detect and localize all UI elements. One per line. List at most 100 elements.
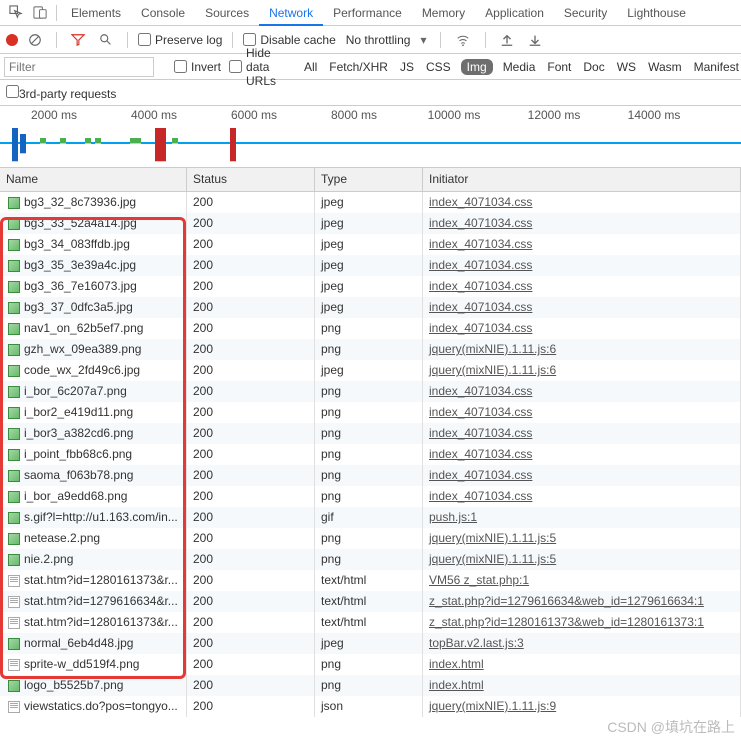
initiator-link[interactable]: index_4071034.css [429,321,532,335]
tab-console[interactable]: Console [131,0,195,26]
filter-type-img[interactable]: Img [461,59,493,75]
filter-type-all[interactable]: All [302,60,319,74]
table-row[interactable]: sprite-w_dd519f4.png200pngindex.html [0,654,741,675]
table-row[interactable]: bg3_35_3e39a4c.jpg200jpegindex_4071034.c… [0,255,741,276]
column-initiator[interactable]: Initiator [423,168,741,191]
filter-type-ws[interactable]: WS [615,60,638,74]
column-type[interactable]: Type [315,168,423,191]
initiator-cell: jquery(mixNIE).1.11.js:6 [423,360,741,381]
tab-network[interactable]: Network [259,0,323,26]
initiator-link[interactable]: z_stat.php?id=1280161373&web_id=12801613… [429,615,704,629]
initiator-link[interactable]: jquery(mixNIE).1.11.js:9 [429,699,556,713]
tab-lighthouse[interactable]: Lighthouse [617,0,696,26]
table-row[interactable]: nav1_on_62b5ef7.png200pngindex_4071034.c… [0,318,741,339]
column-name[interactable]: Name [0,168,187,191]
device-icon[interactable] [28,5,52,20]
initiator-cell: index_4071034.css [423,444,741,465]
initiator-link[interactable]: index_4071034.css [429,468,532,482]
initiator-link[interactable]: index_4071034.css [429,426,532,440]
tab-sources[interactable]: Sources [195,0,259,26]
initiator-link[interactable]: push.js:1 [429,510,477,524]
file-icon [8,260,20,272]
initiator-link[interactable]: index_4071034.css [429,216,532,230]
initiator-link[interactable]: index_4071034.css [429,384,532,398]
initiator-link[interactable]: index_4071034.css [429,195,532,209]
initiator-link[interactable]: index_4071034.css [429,258,532,272]
table-row[interactable]: nie.2.png200pngjquery(mixNIE).1.11.js:5 [0,549,741,570]
hide-urls-checkbox[interactable]: Hide data URLs [229,46,294,88]
initiator-link[interactable]: jquery(mixNIE).1.11.js:5 [429,552,556,566]
initiator-link[interactable]: jquery(mixNIE).1.11.js:6 [429,363,556,377]
filter-type-fetch-xhr[interactable]: Fetch/XHR [327,60,390,74]
table-row[interactable]: bg3_32_8c73936.jpg200jpegindex_4071034.c… [0,192,741,213]
initiator-link[interactable]: topBar.v2.last.js:3 [429,636,524,650]
file-name: saoma_f063b78.png [24,465,133,486]
table-row[interactable]: bg3_34_083ffdb.jpg200jpegindex_4071034.c… [0,234,741,255]
initiator-link[interactable]: index_4071034.css [429,447,532,461]
third-party-checkbox[interactable]: 3rd-party requests [6,85,116,101]
tab-security[interactable]: Security [554,0,617,26]
table-row[interactable]: i_bor_6c207a7.png200pngindex_4071034.css [0,381,741,402]
file-name: i_bor3_a382cd6.png [24,423,133,444]
disable-cache-checkbox[interactable]: Disable cache [243,33,335,47]
timeline-overview[interactable]: 2000 ms4000 ms6000 ms8000 ms10000 ms1200… [0,106,741,168]
table-row[interactable]: stat.htm?id=1280161373&r...200text/htmlz… [0,612,741,633]
chevron-down-icon[interactable]: ▾ [416,33,430,47]
tab-memory[interactable]: Memory [412,0,475,26]
table-row[interactable]: stat.htm?id=1279616634&r...200text/htmlz… [0,591,741,612]
status-cell: 200 [187,486,315,507]
throttling-select[interactable]: No throttling [342,33,411,47]
initiator-link[interactable]: index_4071034.css [429,300,532,314]
filter-icon[interactable] [67,33,89,47]
inspect-icon[interactable] [4,5,28,20]
table-row[interactable]: viewstatics.do?pos=tongyo...200jsonjquer… [0,696,741,717]
filter-type-doc[interactable]: Doc [581,60,606,74]
initiator-cell: index.html [423,675,741,696]
table-row[interactable]: gzh_wx_09ea389.png200pngjquery(mixNIE).1… [0,339,741,360]
upload-icon[interactable] [496,33,518,47]
column-status[interactable]: Status [187,168,315,191]
table-row[interactable]: bg3_33_52a4a14.jpg200jpegindex_4071034.c… [0,213,741,234]
table-row[interactable]: stat.htm?id=1280161373&r...200text/htmlV… [0,570,741,591]
filter-input[interactable] [4,57,154,77]
initiator-link[interactable]: index_4071034.css [429,405,532,419]
filter-type-css[interactable]: CSS [424,60,453,74]
filter-type-js[interactable]: JS [398,60,416,74]
table-row[interactable]: code_wx_2fd49c6.jpg200jpegjquery(mixNIE)… [0,360,741,381]
table-row[interactable]: i_bor3_a382cd6.png200pngindex_4071034.cs… [0,423,741,444]
search-icon[interactable] [95,33,117,47]
initiator-link[interactable]: index.html [429,678,484,692]
table-row[interactable]: s.gif?l=http://u1.163.com/in...200gifpus… [0,507,741,528]
wifi-icon[interactable] [451,33,475,47]
preserve-log-checkbox[interactable]: Preserve log [138,33,222,47]
initiator-link[interactable]: index.html [429,657,484,671]
initiator-link[interactable]: jquery(mixNIE).1.11.js:5 [429,531,556,545]
table-row[interactable]: saoma_f063b78.png200pngindex_4071034.css [0,465,741,486]
initiator-link[interactable]: z_stat.php?id=1279616634&web_id=12796166… [429,594,704,608]
tab-performance[interactable]: Performance [323,0,412,26]
filter-type-font[interactable]: Font [545,60,573,74]
table-row[interactable]: bg3_37_0dfc3a5.jpg200jpegindex_4071034.c… [0,297,741,318]
filter-type-wasm[interactable]: Wasm [646,60,684,74]
tab-application[interactable]: Application [475,0,554,26]
initiator-link[interactable]: index_4071034.css [429,237,532,251]
filter-type-media[interactable]: Media [501,60,538,74]
tab-elements[interactable]: Elements [61,0,131,26]
status-cell: 200 [187,402,315,423]
table-row[interactable]: normal_6eb4d48.jpg200jpegtopBar.v2.last.… [0,633,741,654]
initiator-link[interactable]: jquery(mixNIE).1.11.js:6 [429,342,556,356]
initiator-link[interactable]: index_4071034.css [429,279,532,293]
table-row[interactable]: i_point_fbb68c6.png200pngindex_4071034.c… [0,444,741,465]
invert-checkbox[interactable]: Invert [174,60,221,74]
table-row[interactable]: bg3_36_7e16073.jpg200jpegindex_4071034.c… [0,276,741,297]
record-button[interactable] [6,34,18,46]
clear-icon[interactable] [24,33,46,47]
download-icon[interactable] [524,33,546,47]
initiator-link[interactable]: VM56 z_stat.php:1 [429,573,529,587]
table-row[interactable]: netease.2.png200pngjquery(mixNIE).1.11.j… [0,528,741,549]
table-row[interactable]: i_bor_a9edd68.png200pngindex_4071034.css [0,486,741,507]
table-row[interactable]: logo_b5525b7.png200pngindex.html [0,675,741,696]
table-row[interactable]: i_bor2_e419d11.png200pngindex_4071034.cs… [0,402,741,423]
filter-type-manifest[interactable]: Manifest [692,60,741,74]
initiator-link[interactable]: index_4071034.css [429,489,532,503]
